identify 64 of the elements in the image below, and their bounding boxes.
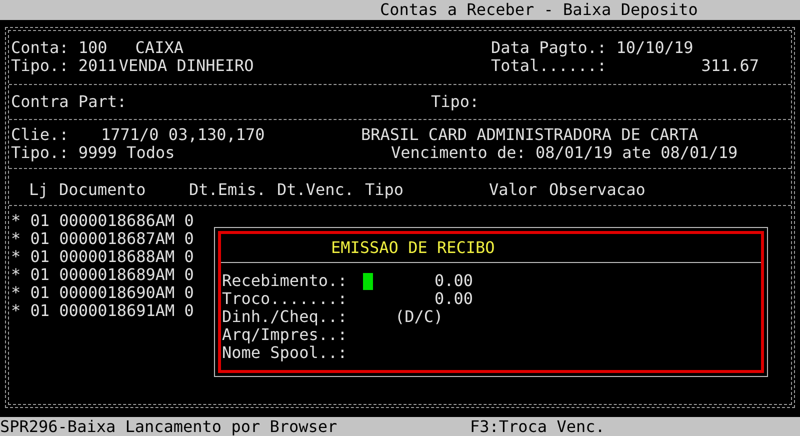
field-label: Troco.......: [222, 289, 348, 308]
input-field[interactable]: 0.00 [434, 289, 473, 308]
table-cell: 0000018691AM [59, 302, 175, 320]
table-cell: 01 [30, 230, 50, 248]
field-value: 1771/0 03,130,170 [101, 125, 265, 144]
field-value: 9999 Todos [78, 144, 175, 162]
field-label: Vencimento de: [391, 144, 526, 162]
column-header: Valor [489, 180, 538, 199]
table-cell: 0 [184, 230, 194, 248]
field-label: Tipo.: [11, 57, 69, 75]
field-value: CAIXA [135, 39, 184, 57]
column-header: Observacao [549, 180, 646, 199]
row-marker: * [11, 230, 21, 248]
field-label: Arq/Impres..: [222, 325, 348, 344]
table-cell: 0000018686AM [59, 212, 175, 230]
field-value: 2011 [78, 57, 117, 75]
table-cell: 0 [184, 284, 194, 302]
table-cell: 01 [30, 248, 50, 266]
input-field[interactable]: 0.00 [434, 271, 473, 290]
status-text: SPR296-Baixa Lancamento por Browser [0, 417, 338, 436]
table-cell: 01 [30, 212, 50, 230]
table-cell: 0000018688AM [59, 248, 175, 266]
field-label: Contra Part: [11, 92, 127, 111]
status-text: F3:Troca Venc. [470, 417, 605, 436]
column-header: Dt.Emis. [189, 180, 266, 199]
field-label: Total......: [491, 57, 607, 75]
table-cell: 0000018687AM [59, 230, 175, 248]
column-header: Lj [29, 180, 48, 199]
field-label: Recebimento.: [222, 271, 348, 290]
field-label: Clie.: [11, 125, 69, 144]
field-label: Dinh./Cheq..: [222, 307, 348, 326]
table-cell: 0 [184, 248, 194, 266]
column-header: Tipo [365, 180, 404, 199]
field-value: VENDA DINHEIRO [118, 57, 254, 75]
client-name: BRASIL CARD ADMINISTRADORA DE CARTA [361, 126, 698, 144]
field-label: Nome Spool..: [222, 343, 348, 362]
table-cell: 0 [184, 266, 194, 284]
field-label: Data Pagto.: [491, 39, 607, 57]
window-title: Contas a Receber - Baixa Deposito [380, 0, 698, 20]
table-cell: 0000018689AM [59, 266, 175, 284]
table-cell: 01 [30, 284, 50, 302]
field-label: ate [622, 144, 652, 162]
table-cell: 0 [184, 302, 194, 320]
input-field[interactable]: (D/C) [395, 307, 444, 326]
table-cell: 0000018690AM [59, 284, 175, 302]
total-value: 311.67 [701, 57, 759, 75]
row-marker: * [11, 302, 21, 320]
table-cell: 01 [30, 302, 50, 320]
field-value: 10/10/19 [616, 39, 694, 57]
field-label: Tipo: [431, 93, 480, 111]
field-value: 100 [78, 39, 108, 57]
table-cell: 0 [184, 212, 194, 230]
table-cell: 01 [30, 266, 50, 284]
field-label: Conta: [11, 39, 69, 57]
row-marker: * [11, 212, 21, 230]
row-marker: * [11, 266, 21, 284]
dialog-title: EMISSAO DE RECIBO [331, 238, 495, 257]
column-header: Dt.Venc. [277, 180, 354, 199]
column-header: Documento [59, 180, 146, 199]
field-label: Tipo.: [11, 144, 69, 162]
row-marker: * [11, 248, 21, 266]
field-value: 08/01/19 [660, 144, 738, 162]
field-value: 08/01/19 [535, 144, 613, 162]
row-marker: * [11, 284, 21, 302]
